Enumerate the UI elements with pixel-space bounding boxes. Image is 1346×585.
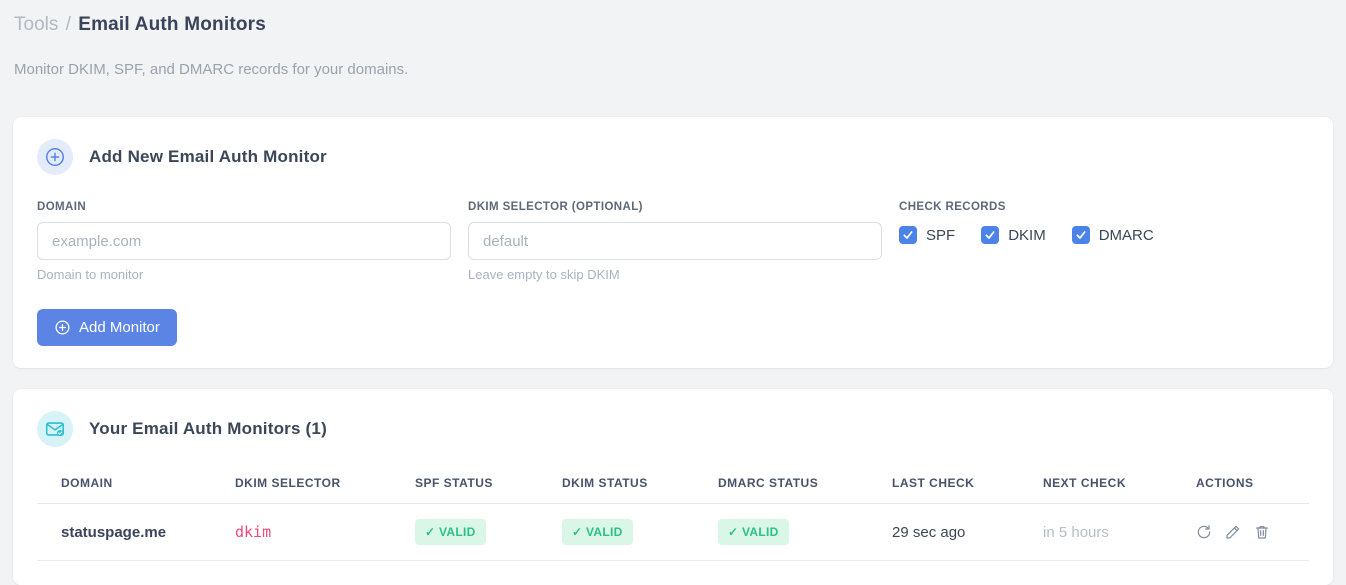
checkbox-checked-icon: [981, 226, 1000, 244]
checkbox-dmarc-label: DMARC: [1098, 226, 1154, 244]
breadcrumb: Tools / Email Auth Monitors: [14, 13, 1332, 37]
monitor-dkim-status-cell: ✓ VALID: [538, 503, 694, 561]
checkbox-dkim-label: DKIM: [1008, 226, 1046, 244]
table-header-row: DOMAIN DKIM SELECTOR SPF STATUS DKIM STA…: [37, 463, 1309, 504]
add-monitor-card-title: Add New Email Auth Monitor: [89, 147, 327, 166]
checkbox-dkim[interactable]: DKIM: [981, 226, 1046, 244]
check-records-options: SPF DKIM DMARC: [899, 226, 1309, 244]
dkim-selector-field-helper: Leave empty to skip DKIM: [468, 267, 620, 282]
column-header-spf-status: SPF STATUS: [391, 463, 538, 504]
dkim-selector-input[interactable]: [468, 222, 882, 260]
monitors-card-header: Your Email Auth Monitors (1): [37, 411, 1309, 447]
monitor-domain: statuspage.me: [37, 503, 211, 561]
monitors-card-title: Your Email Auth Monitors (1): [89, 419, 327, 438]
monitors-card: Your Email Auth Monitors (1) DOMAIN DKIM…: [13, 389, 1333, 585]
monitor-last-check: 29 sec ago: [868, 503, 1019, 561]
add-monitor-button[interactable]: Add Monitor: [37, 309, 177, 346]
page-title: Email Auth Monitors: [78, 14, 267, 35]
spf-status-badge: ✓ VALID: [415, 519, 486, 545]
add-monitor-button-label: Add Monitor: [79, 319, 160, 336]
edit-pencil-icon[interactable]: [1225, 524, 1241, 540]
column-header-dkim-selector: DKIM SELECTOR: [211, 463, 391, 504]
trash-icon[interactable]: [1254, 524, 1270, 540]
monitor-spf-status-cell: ✓ VALID: [391, 503, 538, 561]
domain-field-helper: Domain to monitor: [37, 267, 144, 282]
refresh-icon[interactable]: [1196, 524, 1212, 540]
domain-field-group: DOMAIN Domain to monitor: [37, 201, 451, 282]
page-subtitle: Monitor DKIM, SPF, and DMARC records for…: [14, 61, 409, 78]
domain-field-label: DOMAIN: [37, 201, 87, 213]
checkbox-spf[interactable]: SPF: [899, 226, 955, 244]
checkbox-checked-icon: [899, 226, 917, 244]
dkim-status-badge: ✓ VALID: [562, 519, 633, 545]
column-header-dkim-status: DKIM STATUS: [538, 463, 694, 504]
add-monitor-card: Add New Email Auth Monitor DOMAIN Domain…: [13, 117, 1333, 368]
dkim-selector-field-group: DKIM SELECTOR (OPTIONAL) Leave empty to …: [468, 201, 882, 282]
checkbox-spf-label: SPF: [926, 226, 956, 244]
plus-circle-icon: [37, 139, 73, 175]
column-header-domain: DOMAIN: [37, 463, 211, 504]
add-monitor-card-header: Add New Email Auth Monitor: [37, 139, 1309, 175]
dmarc-status-badge: ✓ VALID: [718, 519, 789, 545]
monitor-dkim-selector: dkim: [211, 503, 391, 561]
domain-input[interactable]: [37, 222, 451, 260]
column-header-actions: ACTIONS: [1172, 463, 1309, 504]
breadcrumb-tools-link[interactable]: Tools: [14, 14, 58, 35]
row-actions: [1196, 524, 1285, 540]
check-records-label: CHECK RECORDS: [899, 201, 1006, 213]
checkbox-checked-icon: [1071, 226, 1090, 244]
table-row: statuspage.me dkim ✓ VALID ✓ VALID ✓ VAL…: [37, 503, 1309, 561]
checkbox-dmarc[interactable]: DMARC: [1071, 226, 1154, 244]
monitor-dmarc-status-cell: ✓ VALID: [694, 503, 868, 561]
column-header-dmarc-status: DMARC STATUS: [694, 463, 868, 504]
monitors-table: DOMAIN DKIM SELECTOR SPF STATUS DKIM STA…: [37, 463, 1309, 561]
monitor-actions-cell: [1172, 503, 1309, 561]
mail-check-icon: [37, 411, 73, 447]
add-monitor-form: DOMAIN Domain to monitor DKIM SELECTOR (…: [37, 201, 1309, 282]
monitor-next-check: in 5 hours: [1019, 503, 1172, 561]
check-records-group: CHECK RECORDS SPF DKIM DMARC: [899, 201, 1309, 244]
column-header-last-check: LAST CHECK: [868, 463, 1019, 504]
breadcrumb-separator: /: [65, 14, 71, 35]
page-header: Tools / Email Auth Monitors Monitor DKIM…: [0, 0, 1346, 78]
dkim-selector-field-label: DKIM SELECTOR (OPTIONAL): [468, 201, 643, 213]
plus-circle-icon: [54, 319, 71, 336]
column-header-next-check: NEXT CHECK: [1019, 463, 1172, 504]
